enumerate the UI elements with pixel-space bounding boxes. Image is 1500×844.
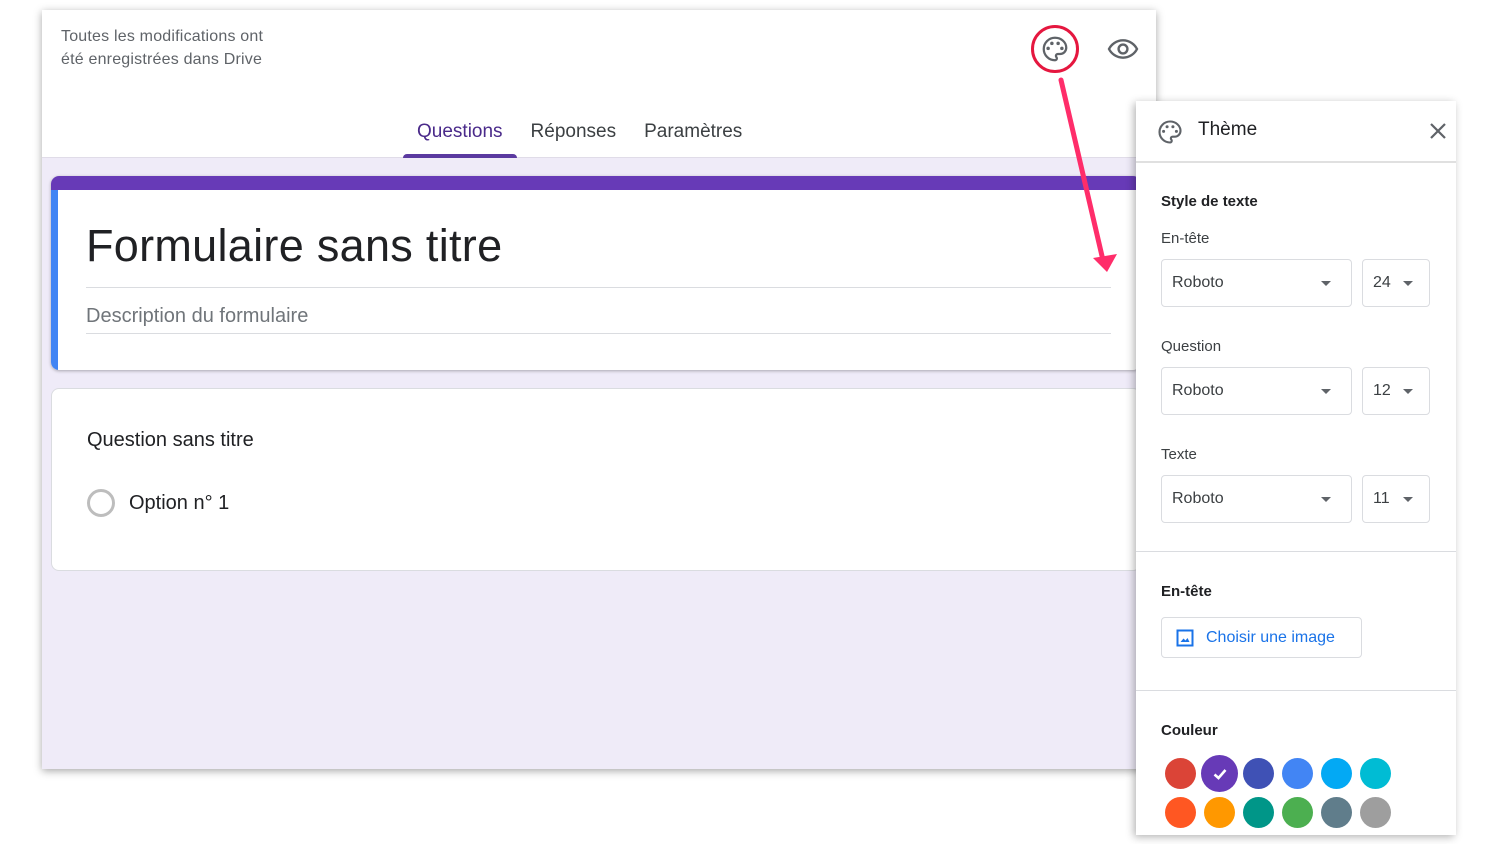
radio-button[interactable] [87, 489, 115, 517]
option-row: Option n° 1 [87, 489, 229, 517]
dropdown-arrow-icon [1403, 497, 1413, 502]
dropdown-arrow-icon [1403, 281, 1413, 286]
header-font-value: Roboto [1172, 274, 1224, 291]
palette-icon [1042, 36, 1068, 62]
color-swatch[interactable] [1243, 758, 1274, 789]
eye-icon [1107, 39, 1139, 59]
color-swatch[interactable] [1282, 758, 1313, 789]
form-description-input[interactable]: Description du formulaire [86, 305, 308, 328]
tab-settings[interactable]: Paramètres [630, 115, 756, 158]
color-swatch[interactable] [1201, 755, 1238, 792]
save-status: Toutes les modifications ont été enregis… [61, 28, 264, 68]
color-swatch[interactable] [1165, 758, 1196, 789]
customize-theme-button[interactable] [1035, 29, 1075, 69]
description-underline [86, 333, 1111, 334]
text-style-heading: Style de texte [1161, 193, 1258, 210]
text-size-value: 11 [1373, 490, 1390, 507]
choose-image-button[interactable]: Choisir une image [1161, 617, 1362, 658]
preview-button[interactable] [1103, 29, 1143, 69]
text-font-value: Roboto [1172, 490, 1224, 507]
color-swatch[interactable] [1360, 797, 1391, 828]
form-editor-window: Toutes les modifications ont été enregis… [42, 10, 1156, 769]
theme-panel: Thème Style de texte En-tête Roboto 24 Q… [1136, 101, 1456, 835]
header-size-select[interactable]: 24 [1362, 259, 1430, 307]
color-swatch[interactable] [1243, 797, 1274, 828]
tab-bar: Questions Réponses Paramètres [403, 115, 756, 158]
color-swatch[interactable] [1321, 758, 1352, 789]
form-title-input[interactable]: Formulaire sans titre [86, 220, 502, 272]
color-swatches [1165, 755, 1391, 828]
dropdown-arrow-icon [1321, 281, 1331, 286]
dropdown-arrow-icon [1403, 389, 1413, 394]
header-color-bar [51, 176, 1141, 190]
question-title[interactable]: Question sans titre [87, 429, 254, 452]
close-button[interactable] [1426, 119, 1450, 143]
check-icon [1213, 768, 1226, 780]
theme-panel-header: Thème [1136, 101, 1456, 163]
question-font-select[interactable]: Roboto [1161, 367, 1352, 415]
theme-panel-title: Thème [1198, 119, 1258, 140]
question-size-value: 12 [1373, 382, 1391, 399]
tab-responses[interactable]: Réponses [517, 115, 631, 158]
header-size-value: 24 [1373, 274, 1391, 291]
top-bar: Toutes les modifications ont été enregis… [42, 10, 1156, 158]
color-heading: Couleur [1161, 722, 1218, 739]
section-divider [1136, 551, 1456, 552]
image-icon [1176, 629, 1194, 646]
text-font-label: Texte [1161, 446, 1197, 463]
question-font-value: Roboto [1172, 382, 1224, 399]
title-underline [86, 287, 1111, 288]
header-font-label: En-tête [1161, 230, 1210, 247]
text-size-select[interactable]: 11 [1362, 475, 1430, 523]
question-font-label: Question [1161, 338, 1222, 355]
header-image-heading: En-tête [1161, 583, 1212, 600]
form-title-card: Formulaire sans titre Description du for… [51, 176, 1141, 370]
choose-image-label: Choisir une image [1206, 628, 1335, 646]
palette-icon [1158, 120, 1182, 144]
active-card-indicator [51, 190, 58, 370]
text-font-select[interactable]: Roboto [1161, 475, 1352, 523]
question-card[interactable]: Question sans titre Option n° 1 [51, 388, 1141, 571]
color-swatch[interactable] [1282, 797, 1313, 828]
tab-questions[interactable]: Questions [403, 115, 517, 158]
color-swatch[interactable] [1165, 797, 1196, 828]
dropdown-arrow-icon [1321, 389, 1331, 394]
color-swatch[interactable] [1321, 797, 1352, 828]
color-swatch[interactable] [1204, 797, 1235, 828]
dropdown-arrow-icon [1321, 497, 1331, 502]
question-size-select[interactable]: 12 [1362, 367, 1430, 415]
header-font-select[interactable]: Roboto [1161, 259, 1352, 307]
close-icon [1430, 123, 1446, 139]
section-divider [1136, 690, 1456, 691]
option-label[interactable]: Option n° 1 [129, 492, 229, 515]
color-swatch[interactable] [1360, 758, 1391, 789]
